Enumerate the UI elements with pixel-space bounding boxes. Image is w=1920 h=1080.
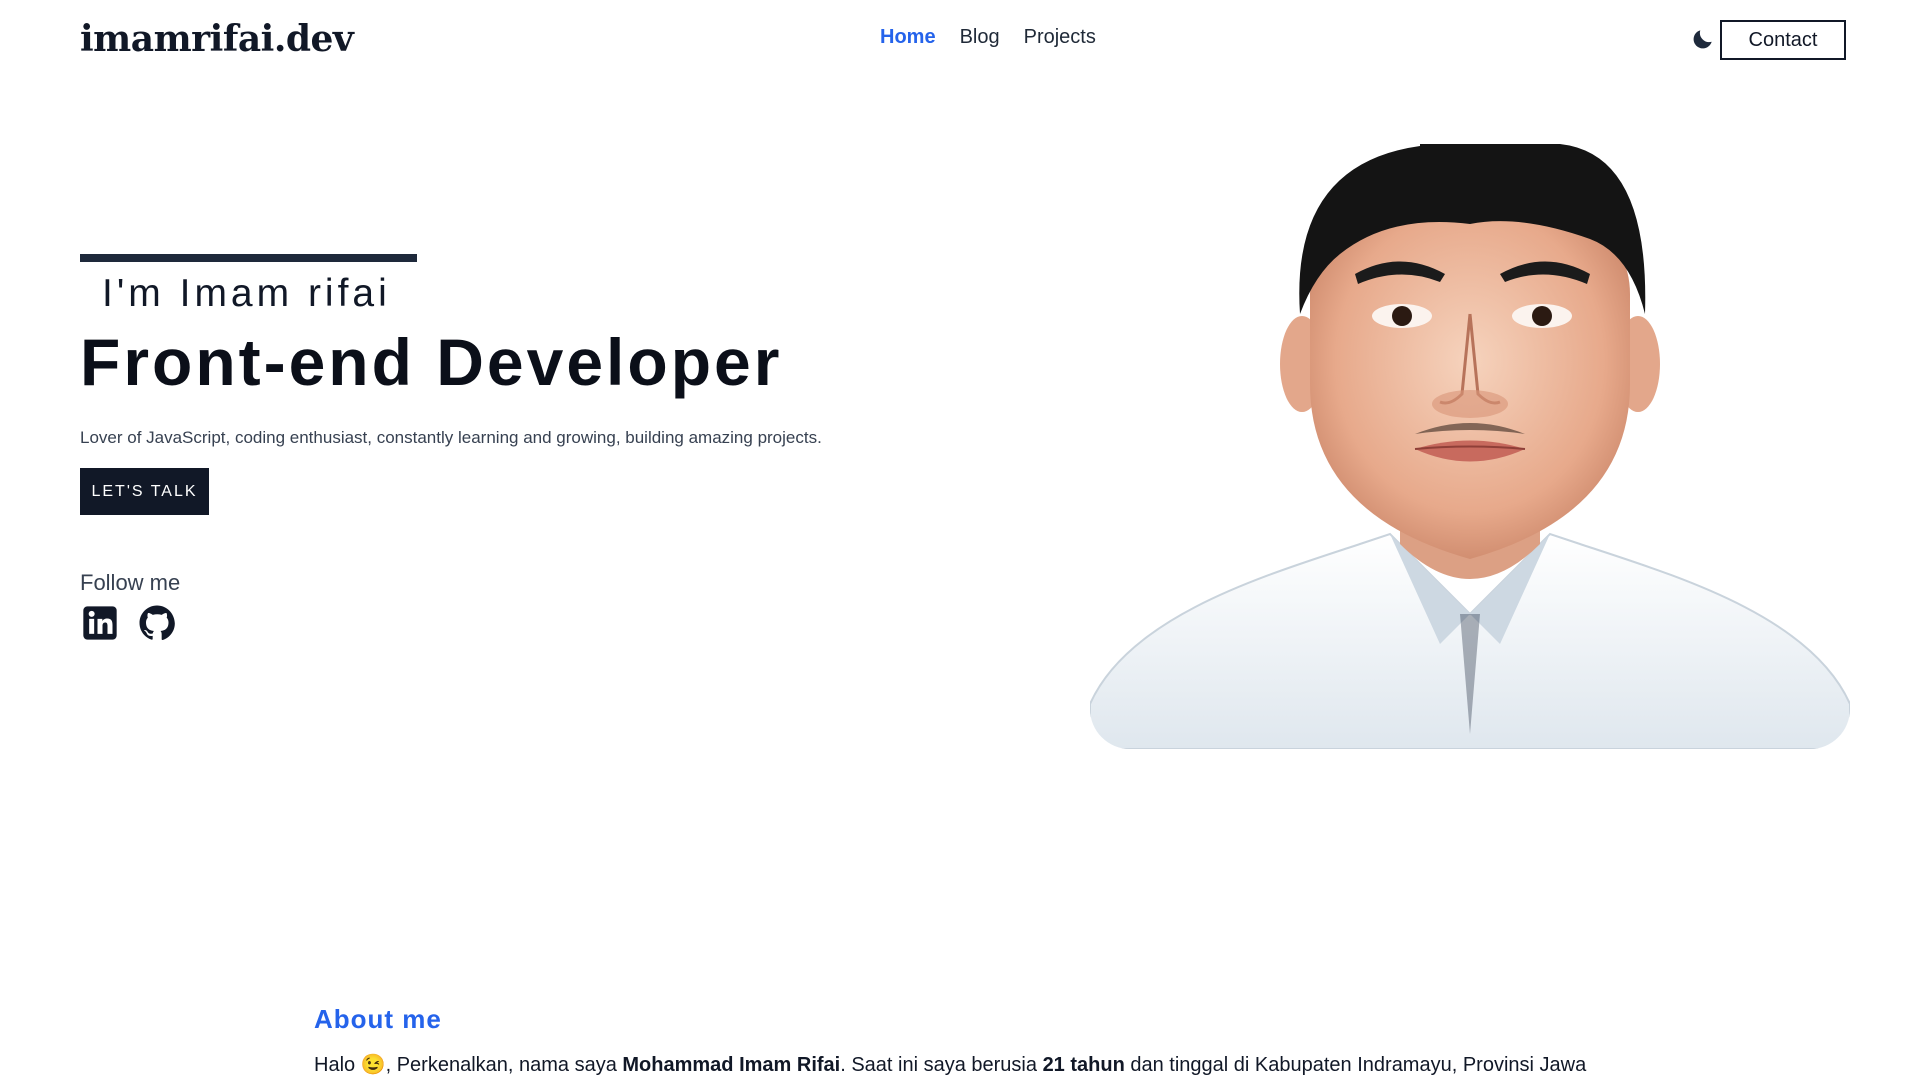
hero-description: Lover of JavaScript, coding enthusiast, … [80,428,822,447]
profile-portrait [1090,144,1850,749]
about-heading: About me [314,1004,442,1034]
main-nav: Home Blog Projects [880,26,1096,49]
contact-button[interactable]: Contact [1720,20,1846,60]
moon-icon[interactable] [1690,26,1716,52]
nav-blog[interactable]: Blog [960,26,1000,49]
lets-talk-button[interactable]: LET'S TALK [80,468,209,515]
github-icon [139,605,175,641]
portrait-image [1090,144,1850,749]
nav-projects[interactable]: Projects [1024,26,1096,49]
nav-home[interactable]: Home [880,26,936,49]
site-header: imamrifai.dev Home Blog Projects Contact [0,0,1920,80]
hero-intro: I'm Imam rifai [102,272,391,315]
about-age: 21 tahun [1042,1054,1125,1076]
about-paragraph: Halo 😉, Perkenalkan, nama saya Mohammad … [314,1050,1616,1080]
site-logo[interactable]: imamrifai.dev [80,18,354,60]
about-text-part: Halo 😉, Perkenalkan, nama saya [314,1054,623,1076]
github-link[interactable] [137,603,177,643]
about-name: Mohammad Imam Rifai [622,1054,841,1076]
about-text-part: dan tinggal di Kabupaten Indramayu, Prov… [1124,1054,1587,1076]
linkedin-link[interactable] [80,603,120,643]
about-text-part: . Saat ini saya berusia [840,1054,1043,1076]
linkedin-icon [83,606,117,640]
hero-accent-bar [80,254,417,262]
hero-title: Front-end Developer [80,325,783,399]
follow-me-label: Follow me [80,570,181,595]
